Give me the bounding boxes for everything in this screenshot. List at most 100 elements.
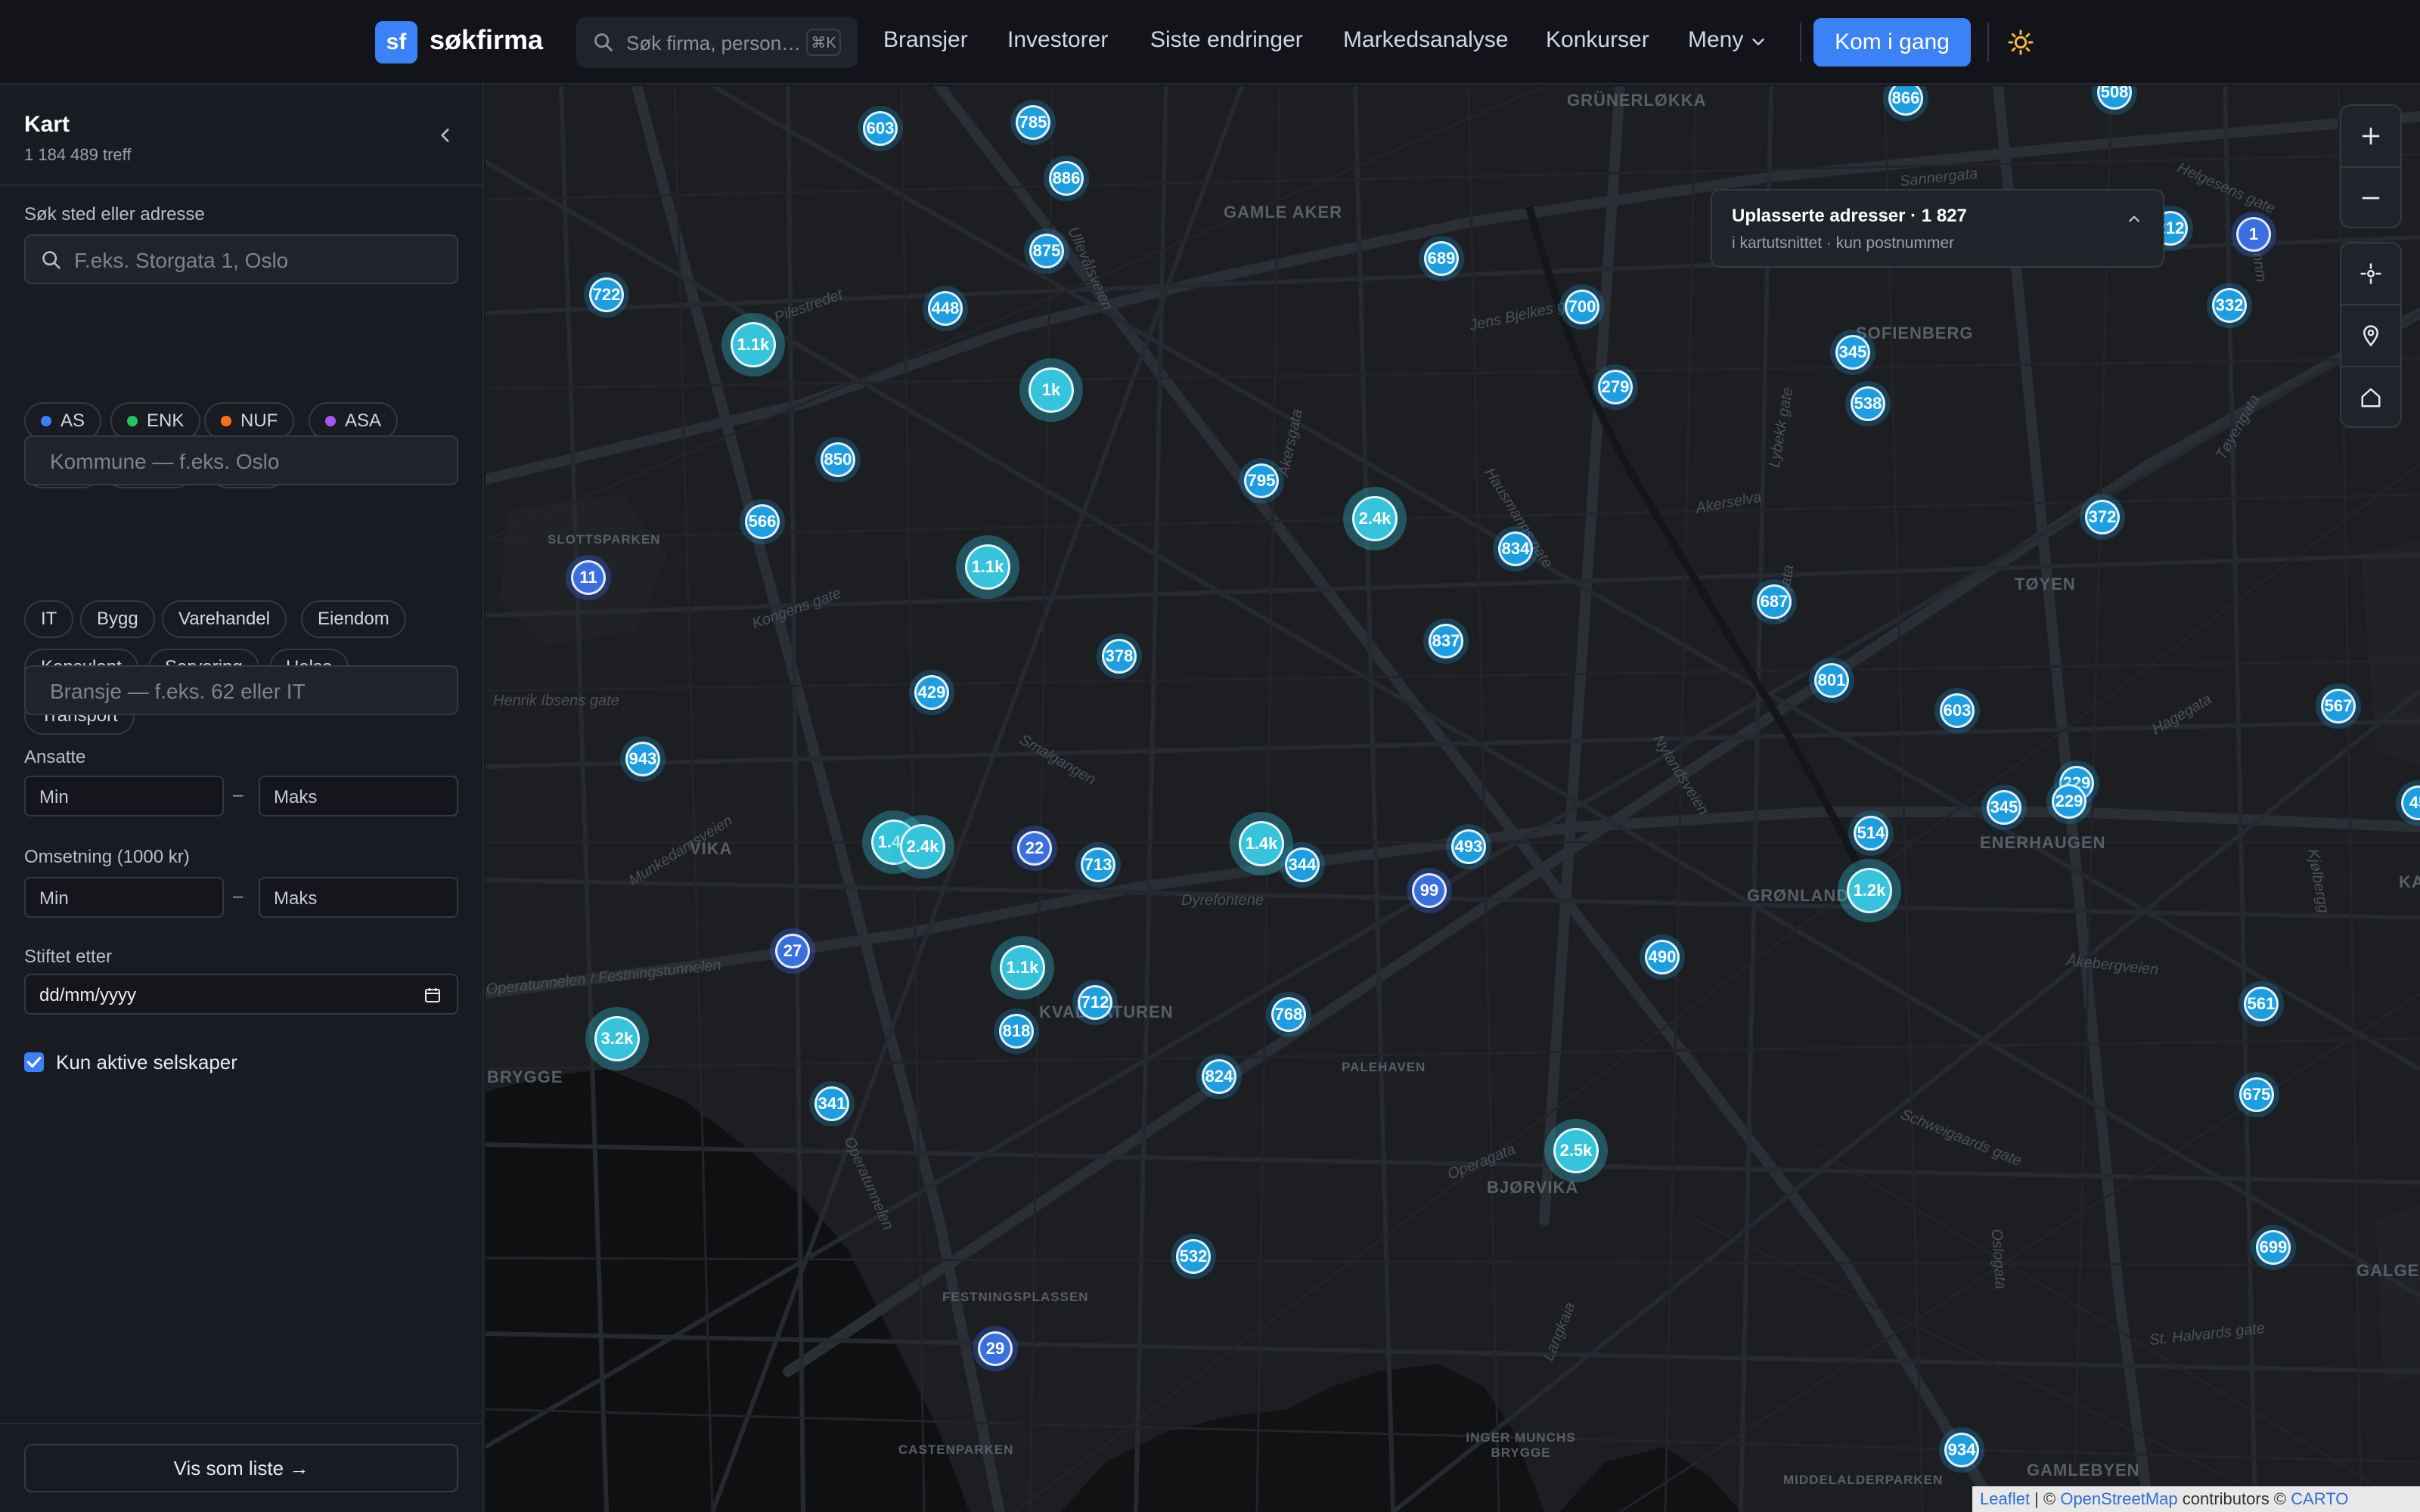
map-cluster-marker[interactable]: 1.1k [956,535,1019,599]
map-cluster-marker[interactable]: 22 [1012,826,1057,871]
nav-link-siste-endringer[interactable]: Siste endringer [1150,27,1303,53]
org-type-chip-nuf[interactable]: NUF [204,402,295,440]
map-cluster-marker[interactable]: 229 [2046,779,2092,824]
map-cluster-marker[interactable]: 700 [1559,284,1605,330]
map-cluster-marker[interactable]: 429 [909,670,954,715]
map-cluster-marker[interactable]: 341 [809,1081,855,1126]
map-cluster-marker[interactable]: 699 [2251,1225,2296,1270]
map-cluster-marker[interactable]: 332 [2207,283,2252,328]
map-cluster-marker[interactable]: 2.4k [1343,487,1407,550]
nav-menu-dropdown[interactable]: Meny [1688,27,1743,53]
map-cluster-marker[interactable]: 566 [740,499,785,544]
zoom-in-button[interactable] [2341,106,2400,166]
bransje-input[interactable]: Bransje — f.eks. 62 eller IT [24,665,458,715]
map-cluster-marker[interactable]: 561 [2238,981,2284,1027]
active-only-checkbox[interactable] [24,1052,44,1072]
industry-chip-bygg[interactable]: Bygg [80,600,155,638]
org-type-chip-enk[interactable]: ENK [110,402,201,440]
map-cluster-marker[interactable]: 514 [1848,810,1894,856]
map-cluster-marker[interactable]: 11 [566,555,611,600]
map-cluster-marker[interactable]: 27 [770,928,815,974]
map-cluster-marker[interactable]: 29 [973,1326,1018,1371]
map-cluster-marker[interactable]: 344 [1280,842,1325,888]
nav-link-bransjer[interactable]: Bransjer [883,27,968,53]
map-cluster-marker[interactable]: 875 [1024,228,1069,274]
org-type-chip-asa[interactable]: ASA [309,402,399,440]
org-type-chip-as[interactable]: AS [24,402,102,440]
get-started-button[interactable]: Kom i gang [1813,18,1971,67]
map-cluster-marker[interactable]: 801 [1809,658,1854,703]
map-cluster-marker[interactable]: 687 [1751,579,1797,624]
employees-min-input[interactable]: Min [24,776,224,816]
map-cluster-marker[interactable]: 448 [923,286,968,331]
pin-button[interactable] [2341,305,2400,366]
zoom-out-button[interactable] [2341,168,2400,228]
map-cluster-marker[interactable]: 345 [1981,785,2027,830]
locate-button[interactable] [2341,243,2400,304]
map-cluster-marker[interactable]: 2.5k [1544,1119,1608,1182]
industry-chip-it[interactable]: IT [24,600,74,638]
chevron-up-icon[interactable] [2127,212,2142,227]
map-cluster-marker[interactable]: 713 [1075,842,1121,888]
map-cluster-marker[interactable]: 722 [584,272,629,318]
industry-chip-eiendom[interactable]: Eiendom [301,600,406,638]
nav-link-markedsanalyse[interactable]: Markedsanalyse [1343,27,1508,53]
map-cluster-marker[interactable]: 99 [1407,868,1452,913]
active-only-label[interactable]: Kun aktive selskaper [56,1051,237,1074]
map-cluster-marker[interactable]: 837 [1423,618,1469,664]
map-cluster-marker[interactable]: 834 [1493,526,1538,572]
map-cluster-marker[interactable]: 538 [1845,381,1891,426]
map-cluster-marker[interactable]: 824 [1196,1054,1242,1099]
map-cluster-marker[interactable]: 768 [1266,992,1311,1037]
map-cluster-marker[interactable]: 372 [2080,494,2125,540]
map-cluster-marker[interactable]: 532 [1171,1234,1216,1279]
employees-max-input[interactable]: Maks [259,776,458,816]
home-button[interactable] [2341,367,2400,428]
map-cluster-marker[interactable]: 1.1k [991,936,1054,999]
show-as-list-button[interactable]: Vis som liste → [24,1444,458,1492]
map-cluster-marker[interactable]: 934 [1939,1427,1984,1473]
carto-link[interactable]: CARTO [2291,1489,2348,1508]
nav-link-investorer[interactable]: Investorer [1007,27,1108,53]
map-cluster-marker[interactable]: 279 [1593,364,1638,410]
map-cluster-marker[interactable]: 850 [815,437,861,482]
global-search-input[interactable]: Søk firma, person… ⌘K [576,17,858,68]
map-cluster-marker[interactable]: 603 [1934,688,1980,733]
map-cluster-marker[interactable]: 689 [1419,236,1464,281]
map-cluster-marker[interactable]: 567 [2316,683,2361,729]
map-cluster-marker[interactable]: 1.2k [1838,859,1901,922]
kommune-input[interactable]: Kommune — f.eks. Oslo [24,435,458,485]
map-cluster-marker[interactable]: 785 [1010,100,1056,145]
osm-link[interactable]: OpenStreetMap [2060,1489,2177,1508]
map-cluster-marker[interactable]: 3.2k [585,1007,649,1070]
calendar-icon[interactable] [424,986,442,1004]
map-cluster-marker[interactable]: 1k [1019,358,1083,422]
nav-link-konkurser[interactable]: Konkurser [1546,27,1649,53]
map-cluster-marker[interactable]: 1 [2231,212,2276,257]
map-cluster-marker[interactable]: 943 [620,736,666,782]
map-cluster-marker[interactable]: 490 [1640,934,1685,980]
industry-chip-varehandel[interactable]: Varehandel [162,600,287,638]
chevron-left-icon[interactable] [436,125,455,145]
map-cluster-marker[interactable]: 493 [1446,824,1491,869]
revenue-min-input[interactable]: Min [24,877,224,918]
map-cluster-marker[interactable]: 345 [1830,330,1876,375]
map-cluster-marker[interactable]: 818 [994,1009,1039,1054]
map-cluster-marker[interactable]: 886 [1044,156,1089,201]
revenue-max-input[interactable]: Maks [259,877,458,918]
map-cluster-marker[interactable]: 675 [2234,1072,2279,1117]
map-cluster-marker[interactable]: 712 [1072,980,1118,1025]
map-cluster-marker[interactable]: 378 [1097,634,1142,679]
founded-after-date-input[interactable]: dd/mm/yyyy [24,974,458,1015]
logo-mark[interactable]: sf [375,21,417,64]
brand-name[interactable]: søkfirma [430,24,543,56]
map-cluster-marker[interactable]: 1.1k [721,313,785,376]
address-search-input[interactable]: F.eks. Storgata 1, Oslo [24,234,458,284]
sun-icon[interactable] [2007,29,2034,56]
map-cluster-marker[interactable]: 603 [858,106,903,151]
leaflet-link[interactable]: Leaflet [1980,1489,2030,1508]
map-cluster-marker[interactable]: 2.4k [891,815,954,878]
map-canvas[interactable]: GRÜNERLØKKA GAMLE AKER SOFIENBERG TØYEN … [486,86,2420,1512]
map-cluster-marker[interactable]: 795 [1239,458,1284,503]
unplaced-addresses-panel[interactable]: Uplasserte adresser · 1 827 i kartutsnit… [1711,189,2164,268]
